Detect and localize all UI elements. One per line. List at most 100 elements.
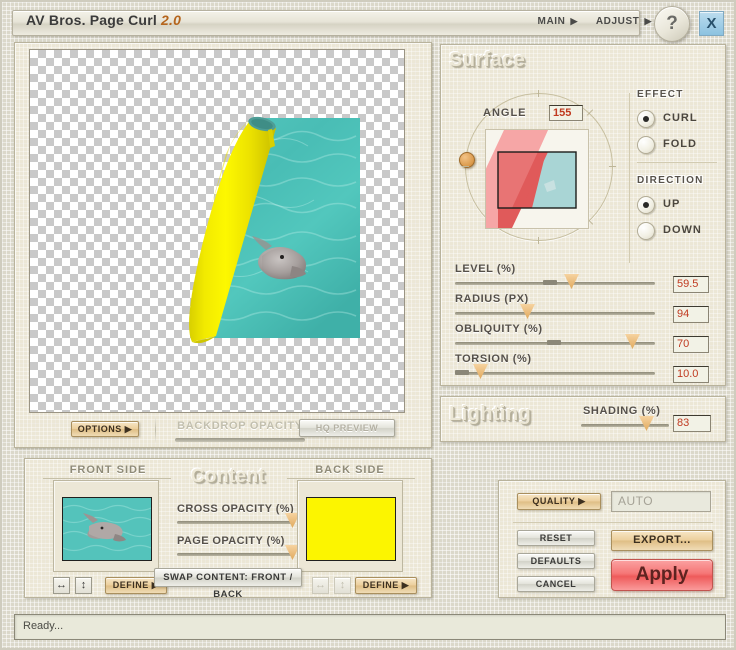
direction-option-down-label: DOWN (663, 224, 702, 236)
hq-preview-button[interactable]: HQ PREVIEW (299, 419, 395, 437)
swap-content-button[interactable]: SWAP CONTENT: FRONT / BACK (154, 568, 302, 587)
slider-level-default-marker (543, 280, 557, 285)
page-opacity-track[interactable] (177, 553, 295, 556)
effect-option-fold[interactable]: FOLD (637, 134, 723, 160)
slider-radius-value[interactable]: 94 (673, 306, 709, 323)
dial-tick (587, 109, 593, 115)
menu-adjust[interactable]: ADJUST ▶ (596, 16, 652, 27)
slider-level-value[interactable]: 59.5 (673, 276, 709, 293)
slider-torsion-value[interactable]: 10.0 (673, 366, 709, 383)
surface-vertical-divider (629, 93, 630, 263)
preview-panel: OPTIONS ▶ BACKDROP OPACITY HQ PREVIEW (14, 42, 432, 448)
export-button[interactable]: EXPORT... (611, 530, 713, 551)
front-flip-horizontal-button[interactable]: ↔ (53, 577, 70, 594)
effect-option-curl-label: CURL (663, 112, 698, 124)
front-flip-vertical-button[interactable]: ↕ (75, 577, 92, 594)
effect-group-heading: EFFECT (637, 89, 723, 100)
quality-button[interactable]: QUALITY ▶ (517, 493, 601, 510)
menu-main[interactable]: MAIN▶ (538, 16, 578, 27)
back-flip-horizontal-button[interactable]: ↔ (312, 577, 329, 594)
surface-panel: Surface ANGLE 155 (440, 44, 726, 386)
front-side-thumbnail (62, 497, 152, 561)
slider-obliquity-value[interactable]: 70 (673, 336, 709, 353)
radio-down[interactable] (637, 222, 655, 240)
radio-dot (643, 202, 649, 208)
back-side-thumbnail (306, 497, 396, 561)
options-button[interactable]: OPTIONS ▶ (71, 421, 139, 437)
app-name: AV Bros. Page Curl (26, 12, 161, 28)
cancel-button[interactable]: CANCEL (517, 576, 595, 592)
back-define-button[interactable]: DEFINE ▶ (355, 577, 417, 594)
slider-obliquity-label: OBLIQUITY (%) (455, 323, 543, 335)
direction-option-up-label: UP (663, 198, 680, 210)
angle-preview-graphic (486, 130, 588, 228)
page-curl-window: AV Bros. Page Curl 2.0 MAIN▶ ADJUST ▶ ? X (0, 0, 736, 650)
radio-dot (643, 116, 649, 122)
quality-value-field[interactable]: AUTO (611, 491, 711, 512)
direction-group: DIRECTION UP DOWN (637, 175, 723, 246)
dial-tick (538, 90, 539, 97)
page-curl-render (30, 50, 404, 412)
radio-fold[interactable] (637, 136, 655, 154)
back-side-label: BACK SIDE (285, 464, 415, 476)
direction-option-up[interactable]: UP (637, 194, 723, 220)
radio-up[interactable] (637, 196, 655, 214)
front-side-thumb-box[interactable] (53, 480, 159, 572)
lighting-panel: Lighting SHADING (%) 83 (440, 396, 726, 442)
angle-mini-preview (485, 129, 589, 229)
shading-value[interactable]: 83 (673, 415, 711, 432)
effect-option-fold-label: FOLD (663, 138, 697, 150)
slider-radius: RADIUS (PX) 94 (455, 293, 713, 323)
preview-toolbar: OPTIONS ▶ BACKDROP OPACITY HQ PREVIEW (15, 413, 431, 447)
title-bar: AV Bros. Page Curl 2.0 MAIN▶ ADJUST▶ ? X (12, 8, 726, 38)
surface-panel-title: Surface (449, 49, 525, 72)
effect-option-curl[interactable]: CURL (637, 108, 723, 134)
preview-canvas[interactable] (29, 49, 405, 413)
page-title: AV Bros. Page Curl 2.0 (26, 12, 181, 28)
reset-button[interactable]: RESET (517, 530, 595, 546)
slider-obliquity-default-marker (547, 340, 561, 345)
slider-torsion-track[interactable] (455, 372, 655, 375)
chevron-right-icon: ▶ (644, 16, 652, 27)
shading-track[interactable] (581, 424, 669, 427)
group-divider (637, 162, 717, 163)
status-message: Ready... (23, 620, 63, 632)
status-bar: Ready... (14, 614, 726, 640)
apply-button[interactable]: Apply (611, 559, 713, 591)
backdrop-opacity-label: BACKDROP OPACITY (165, 420, 315, 432)
defaults-button[interactable]: DEFAULTS (517, 553, 595, 569)
angle-label: ANGLE (483, 107, 527, 119)
slider-radius-label: RADIUS (PX) (455, 293, 529, 305)
front-divider (43, 478, 171, 479)
slider-obliquity: OBLIQUITY (%) 70 (455, 323, 713, 353)
dial-tick (538, 237, 539, 244)
toolbar-divider (155, 417, 156, 443)
lighting-panel-title: Lighting (449, 403, 531, 426)
shading-label: SHADING (%) (583, 405, 661, 417)
chevron-right-icon: ▶ (570, 16, 578, 27)
dial-tick (462, 166, 469, 167)
radio-curl[interactable] (637, 110, 655, 128)
slider-level-label: LEVEL (%) (455, 263, 516, 275)
angle-value[interactable]: 155 (549, 105, 583, 121)
cross-opacity-track[interactable] (177, 521, 295, 524)
page-opacity-label: PAGE OPACITY (%) (177, 535, 285, 547)
dial-tick (609, 166, 616, 167)
back-flip-vertical-button[interactable]: ↕ (334, 577, 351, 594)
back-divider (287, 478, 415, 479)
slider-radius-track[interactable] (455, 312, 655, 315)
front-side-label: FRONT SIDE (43, 464, 173, 476)
app-version: 2.0 (161, 12, 181, 28)
effect-group: EFFECT CURL FOLD (637, 89, 723, 160)
front-thumbnail-image (63, 498, 151, 560)
backdrop-opacity-slider[interactable] (175, 438, 305, 442)
back-side-thumb-box[interactable] (297, 480, 403, 572)
actions-panel: QUALITY ▶ AUTO RESET DEFAULTS CANCEL EXP… (498, 480, 726, 598)
slider-torsion-label: TORSION (%) (455, 353, 532, 365)
slider-torsion-default-marker (455, 370, 469, 375)
menu-adjust-label: ADJUST (596, 16, 640, 27)
direction-option-down[interactable]: DOWN (637, 220, 723, 246)
close-button[interactable]: X (699, 11, 724, 36)
actions-divider (513, 522, 713, 523)
help-button[interactable]: ? (654, 6, 690, 42)
